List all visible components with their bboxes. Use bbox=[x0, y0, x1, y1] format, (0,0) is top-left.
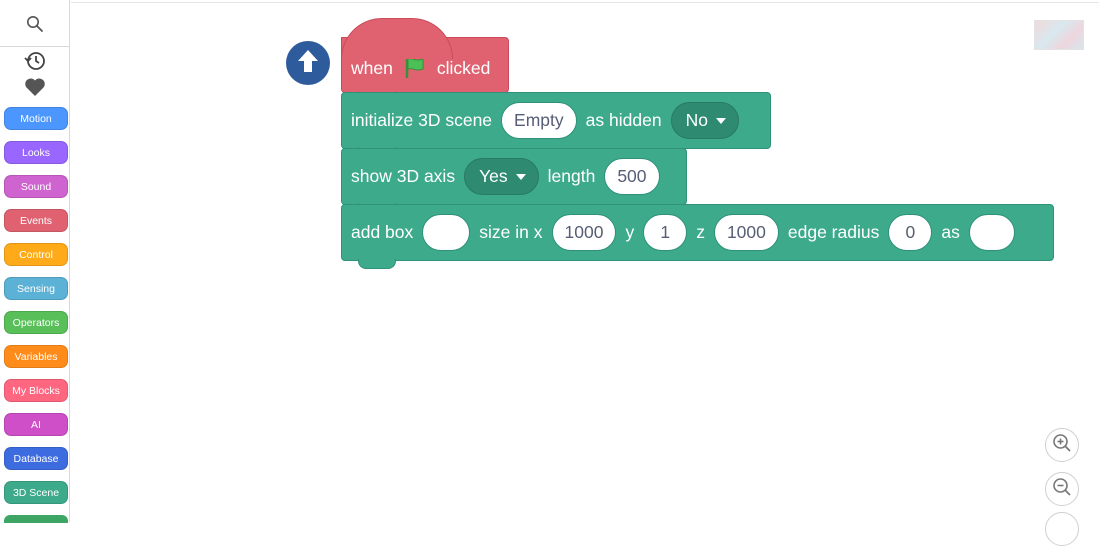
hat-suffix-label: clicked bbox=[436, 57, 491, 78]
hat-prefix-label: when bbox=[351, 57, 393, 78]
category-sensing[interactable]: Sensing bbox=[4, 277, 68, 300]
as-label: as bbox=[941, 222, 960, 242]
init-label: initialize 3D scene bbox=[351, 110, 493, 130]
zoom-out-icon bbox=[1052, 477, 1072, 502]
favorites-button[interactable] bbox=[0, 77, 70, 102]
search-icon bbox=[26, 15, 44, 38]
box-name-input[interactable] bbox=[422, 214, 471, 251]
box-as-input[interactable] bbox=[968, 214, 1015, 251]
length-input[interactable]: 500 bbox=[604, 158, 660, 195]
caret-down-icon bbox=[715, 117, 726, 124]
hidden-label: as hidden bbox=[585, 110, 662, 130]
hidden-dropdown-value: No bbox=[685, 110, 708, 130]
add-box-label: add box bbox=[351, 222, 414, 242]
axis-label: show 3D axis bbox=[351, 166, 456, 186]
y-label: y bbox=[625, 222, 635, 242]
stage-thumbnail[interactable] bbox=[1034, 20, 1084, 50]
zoom-out-button[interactable] bbox=[1045, 472, 1079, 506]
scene-name-input[interactable]: Empty bbox=[501, 102, 577, 139]
category-3d-scene[interactable]: 3D Scene bbox=[4, 481, 68, 504]
script-workspace[interactable]: when clicked initialize 3D scene Empty a… bbox=[71, 0, 1099, 546]
category-events[interactable]: Events bbox=[4, 209, 68, 232]
size-z-input[interactable]: 1000 bbox=[713, 214, 779, 251]
category-looks[interactable]: Looks bbox=[4, 141, 68, 164]
show-axis-dropdown-value: Yes bbox=[479, 166, 508, 186]
history-button[interactable] bbox=[0, 50, 70, 76]
zoom-in-icon bbox=[1052, 433, 1072, 458]
size-label: size in x bbox=[479, 222, 543, 242]
category-database[interactable]: Database bbox=[4, 447, 68, 470]
show-3d-axis-block[interactable]: show 3D axis Yes length 500 bbox=[341, 148, 687, 213]
edge-radius-label: edge radius bbox=[787, 222, 880, 242]
block-notch bbox=[358, 259, 396, 269]
hidden-dropdown[interactable]: No bbox=[670, 102, 739, 139]
zoom-reset-button[interactable] bbox=[1045, 512, 1079, 546]
run-script-button[interactable] bbox=[286, 41, 330, 85]
category-motion[interactable]: Motion bbox=[4, 107, 68, 130]
show-axis-dropdown[interactable]: Yes bbox=[464, 158, 539, 195]
hat-block-cap bbox=[341, 18, 453, 59]
add-box-block[interactable]: add box size in x 1000 y 1 z 1000 edge r… bbox=[341, 204, 1054, 269]
size-y-input[interactable]: 1 bbox=[643, 214, 688, 251]
green-flag-icon bbox=[403, 56, 427, 80]
initialize-3d-scene-block[interactable]: initialize 3D scene Empty as hidden No bbox=[341, 92, 771, 157]
category-my-blocks[interactable]: My Blocks bbox=[4, 379, 68, 402]
category-sound[interactable]: Sound bbox=[4, 175, 68, 198]
edge-radius-input[interactable]: 0 bbox=[888, 214, 933, 251]
category-control[interactable]: Control bbox=[4, 243, 68, 266]
heart-icon bbox=[24, 77, 46, 102]
category-ai[interactable]: AI bbox=[4, 413, 68, 436]
z-label: z bbox=[696, 222, 705, 242]
when-flag-clicked-block[interactable]: when clicked bbox=[341, 18, 509, 101]
zoom-in-button[interactable] bbox=[1045, 428, 1079, 462]
size-x-input[interactable]: 1000 bbox=[551, 214, 617, 251]
workspace-top-divider bbox=[71, 2, 1099, 3]
category-variables[interactable]: Variables bbox=[4, 345, 68, 368]
arrow-up-icon bbox=[293, 46, 323, 81]
history-icon bbox=[24, 50, 46, 77]
length-label: length bbox=[547, 166, 596, 186]
caret-down-icon bbox=[515, 173, 526, 180]
category-operators[interactable]: Operators bbox=[4, 311, 68, 334]
search-button[interactable] bbox=[0, 6, 70, 47]
block-palette: Motion Looks Sound Events Control Sensin… bbox=[0, 0, 70, 523]
